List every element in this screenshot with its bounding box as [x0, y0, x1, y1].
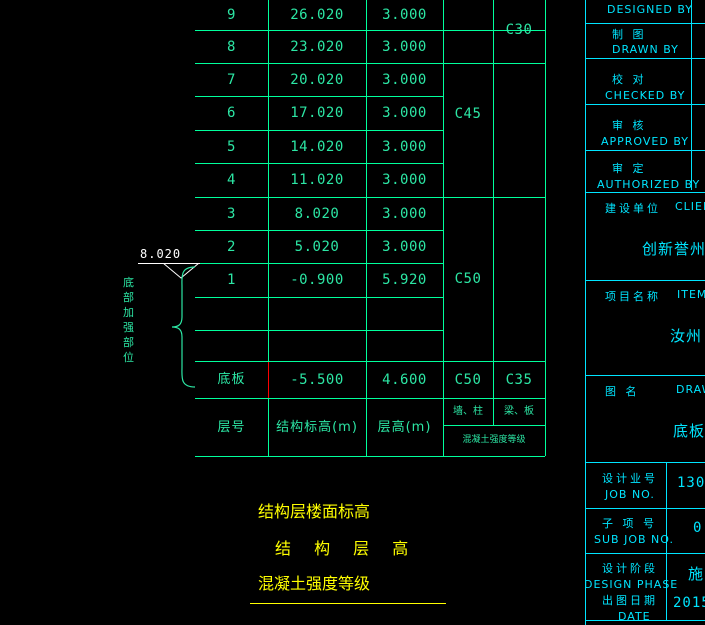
- table-gridline: [195, 330, 443, 331]
- table-cell-height: 3.000: [382, 7, 427, 23]
- titleblock-gridline: [585, 104, 705, 105]
- titleblock-job-no-label-cn: 设计业号: [602, 472, 658, 485]
- table-cell-floor: 2: [227, 238, 236, 255]
- table-gridline: [195, 456, 545, 457]
- table-cell-height: 3.000: [382, 138, 427, 155]
- table-cell-height: 3.000: [382, 172, 427, 188]
- title-block: DESIGNED BY 制 图 DRAWN BY 校 对 CHECKED BY …: [580, 0, 705, 625]
- table-cell-height: 3.000: [382, 71, 427, 88]
- titleblock-drawn-by-name: 制 图: [612, 28, 647, 41]
- table-cell-elevation: -5.500: [290, 371, 344, 388]
- titleblock-approved-by-label: APPROVED BY: [601, 135, 690, 148]
- table-header-height: 层高(m): [377, 419, 432, 435]
- titleblock-gridline: [585, 58, 705, 59]
- titleblock-authorized-by-name: 审 定: [612, 162, 647, 175]
- table-cell-floor: 6: [227, 105, 236, 121]
- titleblock-sub-job-no-value: 0: [693, 520, 703, 536]
- legend-line-elevation: 结构层楼面标高: [258, 502, 371, 521]
- table-cell-elevation: 5.020: [294, 238, 340, 255]
- table-cell-floor: 8: [227, 38, 236, 55]
- grade-wall-column-base: C50: [454, 371, 482, 388]
- titleblock-drawing-label-en: DRAW: [676, 383, 705, 396]
- legend-line-grade: 混凝土强度等级: [258, 574, 371, 593]
- table-header-elevation: 结构标高(m): [276, 419, 358, 435]
- titleblock-checked-by-label: CHECKED BY: [605, 89, 686, 102]
- titleblock-gridline: [585, 23, 705, 24]
- table-cell-elevation: 11.020: [290, 172, 344, 188]
- titleblock-job-no-label-en: JOB NO.: [605, 488, 655, 501]
- titleblock-date-value: 2015: [673, 595, 705, 611]
- legend-line-height: 结 构 层 高: [275, 539, 418, 558]
- titleblock-gridline: [585, 553, 705, 554]
- table-cell-elevation: 20.020: [290, 71, 344, 88]
- table-cell-floor: 9: [227, 7, 236, 23]
- table-header-floor: 层号: [217, 419, 246, 435]
- titleblock-approved-by-name: 审 核: [612, 119, 647, 132]
- callout-elevation-value: 8.020: [140, 247, 182, 261]
- table-cell-height: 3.000: [382, 238, 427, 255]
- titleblock-authorized-by-label: AUTHORIZED BY: [597, 178, 701, 191]
- titleblock-gridline: [585, 375, 705, 376]
- table-cell-height: 5.920: [382, 272, 427, 288]
- titleblock-item-label-en: ITEM: [677, 288, 705, 301]
- titleblock-design-phase-label-en: DESIGN PHASE: [584, 578, 679, 591]
- table-cell-height: 3.000: [382, 105, 427, 121]
- table-cell-height: 4.600: [382, 371, 427, 388]
- titleblock-gridline: [585, 280, 705, 281]
- table-cell-elevation: 23.020: [290, 38, 344, 55]
- titleblock-gridline: [585, 508, 705, 509]
- titleblock-item-label-cn: 项目名称: [605, 290, 661, 303]
- titleblock-date-label-en: DATE: [618, 610, 651, 623]
- titleblock-designed-by-label: DESIGNED BY: [607, 3, 693, 16]
- titleblock-client-value: 创新誉州: [642, 240, 705, 258]
- table-cell-elevation: 14.020: [290, 138, 344, 155]
- legend-underline: [250, 603, 446, 604]
- titleblock-gridline: [585, 462, 705, 463]
- titleblock-gridline: [585, 192, 705, 193]
- titleblock-date-label-cn: 出图日期: [602, 594, 658, 607]
- table-cell-height: 3.000: [382, 205, 427, 222]
- table-header-wall-column: 墙、柱: [453, 405, 483, 417]
- titleblock-gridline: [585, 150, 705, 151]
- titleblock-client-label-en: CLIENT: [675, 200, 705, 213]
- titleblock-sub-job-no-label-cn: 子 项 号: [602, 517, 657, 530]
- titleblock-design-phase-label-cn: 设计阶段: [602, 562, 658, 575]
- titleblock-job-no-value: 130: [677, 475, 705, 491]
- grade-wall-column-lower: C50: [454, 271, 482, 287]
- titleblock-checked-by-name: 校 对: [612, 73, 647, 86]
- table-header-concrete-grade: 混凝土强度等级: [462, 435, 526, 445]
- titleblock-design-phase-value: 施: [688, 565, 705, 583]
- titleblock-gridline: [585, 0, 586, 625]
- table-cell-elevation: 26.020: [290, 7, 344, 23]
- table-cell-floor: 7: [227, 71, 236, 88]
- legend-block: 结构层楼面标高 结 构 层 高 混凝土强度等级: [0, 480, 580, 625]
- titleblock-drawing-value: 底板面: [673, 422, 705, 440]
- table-gridline: [545, 0, 546, 456]
- callout-note-text: 底部加强部位: [123, 276, 134, 364]
- table-cell-elevation: 17.020: [290, 105, 344, 121]
- titleblock-gridline: [691, 0, 692, 190]
- titleblock-sub-job-no-label-en: SUB JOB NO.: [594, 533, 674, 546]
- titleblock-item-value: 汝州: [670, 327, 703, 345]
- table-cell-floor: 4: [227, 172, 236, 188]
- table-cell-elevation: 8.020: [294, 205, 340, 222]
- titleblock-client-label-cn: 建设单位: [605, 202, 661, 215]
- table-cell-floor: 5: [227, 138, 236, 155]
- table-cell-floor: 底板: [217, 372, 246, 387]
- callout-brace-icon: [171, 266, 196, 388]
- table-gridline: [195, 297, 443, 298]
- table-cell-floor: 3: [227, 205, 236, 222]
- table-header-beam-slab: 梁、板: [504, 405, 534, 417]
- grade-beam-slab-upper: C30: [505, 22, 533, 38]
- grade-beam-slab-base: C35: [505, 371, 533, 388]
- grade-wall-column-upper: C45: [454, 105, 482, 122]
- titleblock-drawn-by-label: DRAWN BY: [612, 43, 679, 56]
- titleblock-drawing-label-cn: 图 名: [605, 385, 640, 398]
- table-cell-elevation: -0.900: [290, 272, 344, 288]
- table-cell-height: 3.000: [382, 38, 427, 55]
- table-cell-floor: 1: [227, 272, 236, 288]
